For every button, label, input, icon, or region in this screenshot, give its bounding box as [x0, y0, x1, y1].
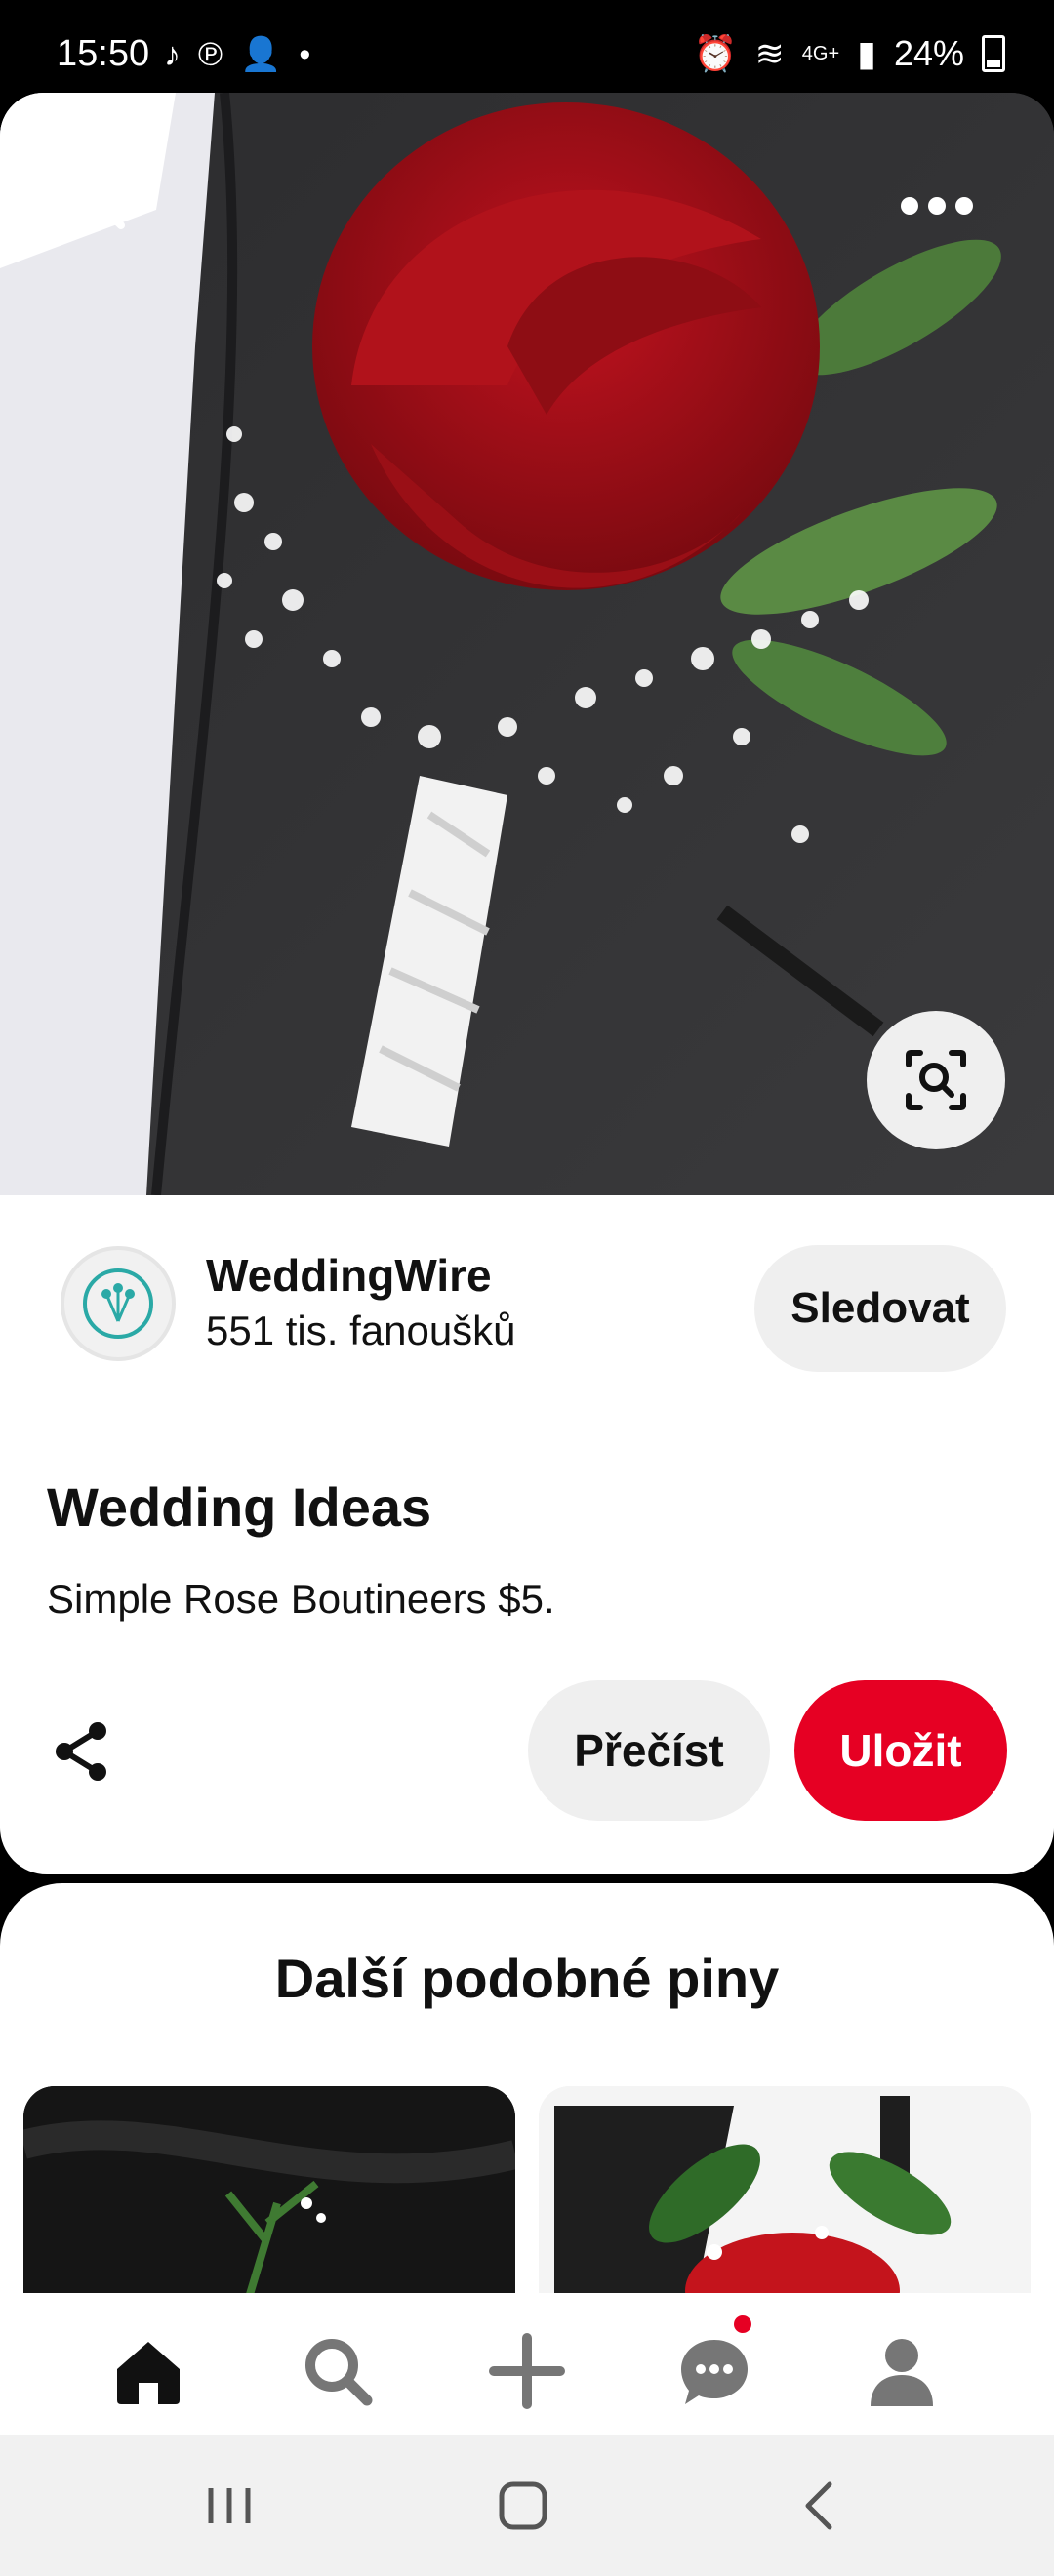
follow-button[interactable]: Sledovat: [754, 1245, 1006, 1372]
back-button[interactable]: [76, 171, 144, 239]
tiktok-icon: ♪: [164, 35, 181, 73]
visual-search-icon: [906, 1050, 966, 1110]
share-button[interactable]: [49, 1717, 117, 1786]
person-add-icon: 👤: [240, 36, 282, 73]
home-square-icon: [499, 2481, 547, 2530]
visual-search-button[interactable]: [867, 1011, 1005, 1149]
more-options-button[interactable]: [893, 176, 981, 234]
plus-icon: [489, 2333, 565, 2409]
signal-icon: ▮: [857, 33, 876, 73]
read-button[interactable]: Přečíst: [528, 1680, 770, 1821]
alarm-icon: ⏰: [693, 33, 738, 73]
battery-icon: [982, 35, 1005, 72]
profile-icon: [871, 2339, 933, 2406]
nav-home[interactable]: [109, 2332, 187, 2410]
pinterest-icon: ℗: [198, 35, 223, 73]
related-pin-image: [23, 2086, 515, 2301]
pin-description: Simple Rose Boutineers $5.: [47, 1576, 555, 1622]
nav-messages[interactable]: [675, 2332, 753, 2410]
home-icon: [117, 2342, 180, 2404]
related-pin-thumbnail[interactable]: [539, 2086, 1031, 2301]
related-pins-title: Další podobné piny: [274, 1948, 780, 2009]
notification-dot: [734, 2315, 751, 2333]
more-dots-icon: [901, 197, 918, 215]
search-icon: [305, 2339, 373, 2406]
dot-icon: •: [299, 35, 311, 73]
more-dot: [955, 197, 973, 215]
back-chevron-icon: [96, 181, 125, 229]
pin-title: Wedding Ideas: [47, 1476, 432, 1538]
status-time: 15:50: [57, 33, 150, 74]
status-right: ⏰ ≋ 4G+ ▮ 24%: [694, 33, 1005, 74]
more-dot: [928, 197, 946, 215]
back-system-button[interactable]: [787, 2475, 855, 2537]
chat-icon: [681, 2340, 748, 2404]
weddingwire-logo-icon: [83, 1268, 153, 1339]
notification-icons: ♪ ℗ 👤 •: [164, 35, 310, 74]
network-type: 4G+: [801, 42, 840, 64]
back-system-icon: [805, 2481, 832, 2530]
nav-search[interactable]: [299, 2332, 377, 2410]
save-button[interactable]: Uložit: [794, 1680, 1007, 1821]
related-pin-thumbnail[interactable]: [23, 2086, 515, 2301]
share-icon: [56, 1722, 106, 1781]
home-system-button[interactable]: [490, 2475, 558, 2537]
nav-create[interactable]: [488, 2332, 566, 2410]
creator-name[interactable]: WeddingWire: [206, 1249, 492, 1302]
creator-followers: 551 tis. fanoušků: [206, 1308, 516, 1353]
creator-avatar[interactable]: [61, 1246, 176, 1361]
recent-apps-icon: [208, 2488, 251, 2523]
status-bar: 15:50 ♪ ℗ 👤 • ⏰ ≋ 4G+ ▮ 24%: [0, 0, 1054, 107]
related-pin-image: [539, 2086, 1031, 2301]
nav-profile[interactable]: [863, 2332, 941, 2410]
wifi-icon: ≋: [754, 33, 785, 73]
recent-apps-button[interactable]: [195, 2475, 264, 2537]
battery-percent: 24%: [893, 33, 964, 73]
